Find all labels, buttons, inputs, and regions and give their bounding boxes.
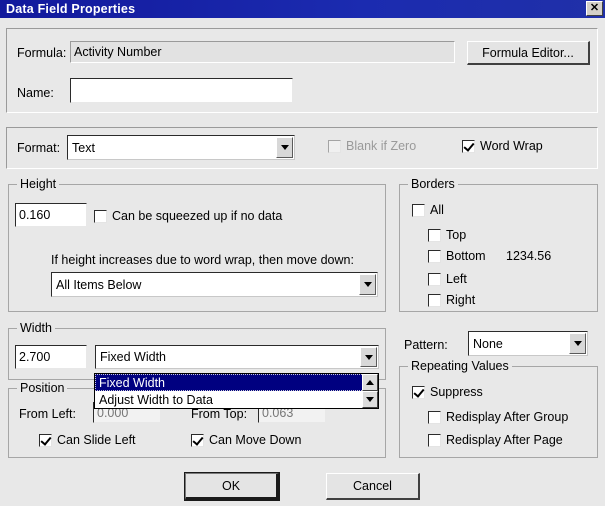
from-left-label: From Left: [19, 407, 76, 421]
width-mode-dropdown-list[interactable]: Fixed Width Adjust Width to Data [94, 373, 379, 409]
redisplay-after-page-checkbox[interactable]: Redisplay After Page [428, 433, 563, 447]
format-combobox[interactable]: Text [67, 135, 295, 160]
borders-group: Borders All Top Bottom Left Right 1234.5… [399, 177, 598, 312]
border-sample-value: 1234.56 [506, 249, 552, 263]
chevron-down-icon[interactable] [569, 333, 586, 354]
width-group-title: Width [17, 321, 55, 335]
border-right-checkbox[interactable]: Right [428, 293, 475, 307]
can-move-down-box [191, 433, 204, 447]
ok-button[interactable]: OK [184, 472, 280, 501]
formula-label: Formula: [17, 46, 67, 60]
scroll-down-arrow-icon[interactable] [362, 391, 378, 408]
formula-field[interactable]: Activity Number [70, 41, 455, 63]
width-mode-combobox[interactable]: Fixed Width [95, 345, 379, 369]
name-input[interactable] [70, 78, 293, 103]
format-label: Format: [17, 141, 61, 155]
suppress-checkbox[interactable]: Suppress [412, 385, 483, 399]
redisplay-after-page-label: Redisplay After Page [446, 433, 563, 447]
border-right-label: Right [446, 293, 476, 307]
chevron-down-icon[interactable] [360, 347, 377, 367]
can-be-squeezed-label: Can be squeezed up if no data [112, 209, 283, 223]
word-wrap-checkbox[interactable]: Word Wrap [462, 139, 543, 153]
redisplay-after-group-box [428, 410, 441, 424]
formula-name-panel: Formula: Activity Number Formula Editor.… [6, 28, 598, 113]
move-down-combobox[interactable]: All Items Below [51, 272, 378, 297]
dropdown-option-adjust-width-to-data[interactable]: Adjust Width to Data [95, 391, 378, 408]
name-label: Name: [17, 86, 54, 100]
border-bottom-box [428, 249, 441, 263]
border-left-label: Left [446, 272, 467, 286]
blank-if-zero-box [328, 139, 341, 153]
border-bottom-label: Bottom [446, 249, 486, 263]
border-bottom-checkbox[interactable]: Bottom [428, 249, 486, 263]
cancel-button[interactable]: Cancel [326, 473, 420, 500]
height-group: Height 0.160 Can be squeezed up if no da… [8, 177, 386, 312]
formula-editor-button[interactable]: Formula Editor... [467, 41, 590, 65]
can-slide-left-box [39, 433, 52, 447]
can-slide-left-label: Can Slide Left [57, 433, 136, 447]
border-all-checkbox[interactable]: All [412, 203, 444, 217]
width-input[interactable]: 2.700 [15, 345, 87, 369]
format-combobox-value: Text [72, 140, 95, 155]
blank-if-zero-label: Blank if Zero [346, 139, 417, 153]
repeating-values-group: Repeating Values Suppress Redisplay Afte… [399, 359, 598, 458]
height-group-title: Height [17, 177, 60, 191]
border-top-box [428, 228, 441, 242]
scroll-up-arrow-icon[interactable] [362, 374, 378, 391]
chevron-down-icon[interactable] [359, 274, 376, 295]
can-be-squeezed-checkbox[interactable]: Can be squeezed up if no data [94, 209, 282, 223]
blank-if-zero-checkbox[interactable]: Blank if Zero [328, 139, 416, 153]
border-all-label: All [430, 203, 444, 217]
height-input[interactable]: 0.160 [15, 203, 87, 227]
move-down-label: If height increases due to word wrap, th… [51, 253, 354, 267]
word-wrap-box [462, 139, 475, 153]
title-bar: Data Field Properties ✕ [0, 0, 605, 18]
redisplay-after-page-box [428, 433, 441, 447]
border-all-box [412, 203, 425, 217]
repeating-values-group-title: Repeating Values [408, 359, 512, 373]
dropdown-scrollbar[interactable] [362, 374, 378, 408]
border-top-checkbox[interactable]: Top [428, 228, 466, 242]
pattern-label: Pattern: [404, 338, 448, 352]
border-left-checkbox[interactable]: Left [428, 272, 467, 286]
redisplay-after-group-label: Redisplay After Group [446, 410, 569, 424]
chevron-down-icon[interactable] [276, 137, 293, 158]
window-title: Data Field Properties [6, 2, 136, 16]
move-down-combobox-value: All Items Below [56, 277, 142, 292]
can-be-squeezed-box [94, 209, 107, 223]
suppress-box [412, 385, 425, 399]
format-panel: Format: Text Blank if Zero Word Wrap [6, 127, 598, 169]
can-move-down-checkbox[interactable]: Can Move Down [191, 433, 301, 447]
can-move-down-label: Can Move Down [209, 433, 302, 447]
close-icon[interactable]: ✕ [586, 1, 603, 16]
position-group-title: Position [17, 381, 68, 395]
border-left-box [428, 272, 441, 286]
border-right-box [428, 293, 441, 307]
width-mode-combobox-value: Fixed Width [100, 350, 166, 364]
dropdown-option-fixed-width[interactable]: Fixed Width [95, 374, 378, 391]
data-field-properties-dialog: Data Field Properties ✕ Formula: Activit… [0, 0, 605, 506]
borders-group-title: Borders [408, 177, 458, 191]
pattern-combobox[interactable]: None [468, 331, 588, 356]
suppress-label: Suppress [430, 385, 483, 399]
redisplay-after-group-checkbox[interactable]: Redisplay After Group [428, 410, 568, 424]
word-wrap-label: Word Wrap [480, 139, 543, 153]
from-top-label: From Top: [191, 407, 248, 421]
border-top-label: Top [446, 228, 467, 242]
pattern-combobox-value: None [473, 336, 503, 351]
can-slide-left-checkbox[interactable]: Can Slide Left [39, 433, 136, 447]
